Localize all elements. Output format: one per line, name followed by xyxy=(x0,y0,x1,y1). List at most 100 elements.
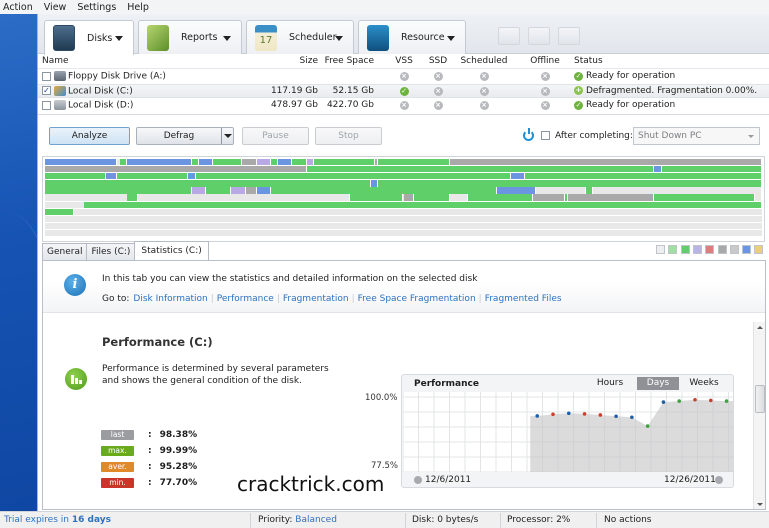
defrag-button[interactable]: Defrag xyxy=(136,127,234,145)
link-performance[interactable]: Performance xyxy=(217,294,274,304)
scrollbar-thumb[interactable] xyxy=(755,385,765,413)
chevron-down-icon[interactable] xyxy=(223,36,231,41)
cluster-block[interactable] xyxy=(138,194,350,201)
cluster-block[interactable] xyxy=(245,187,257,194)
cluster-block[interactable] xyxy=(371,180,379,187)
network-icon[interactable] xyxy=(528,27,550,45)
cluster-block[interactable] xyxy=(292,159,307,166)
data-point[interactable] xyxy=(630,415,634,420)
data-point[interactable] xyxy=(614,414,618,419)
cluster-block[interactable] xyxy=(654,166,662,173)
col-scheduled[interactable]: Scheduled xyxy=(460,56,508,66)
cluster-block[interactable] xyxy=(199,159,214,166)
cluster-block[interactable] xyxy=(654,194,755,201)
cluster-block[interactable] xyxy=(45,159,117,166)
tab-files[interactable]: Files (C:) xyxy=(86,243,136,260)
tab-reports[interactable]: Reports xyxy=(138,20,242,54)
cluster-block[interactable] xyxy=(278,159,293,166)
scroll-down-icon[interactable] xyxy=(757,503,763,506)
cluster-block[interactable] xyxy=(270,187,497,194)
cluster-block[interactable] xyxy=(195,173,512,180)
menu-settings[interactable]: Settings xyxy=(77,2,116,13)
cluster-block[interactable] xyxy=(525,173,762,180)
vertical-scrollbar[interactable] xyxy=(753,322,765,509)
cluster-block[interactable] xyxy=(105,173,117,180)
after-completing-checkbox[interactable] xyxy=(541,131,550,140)
table-row[interactable]: Local Disk (D:) 478.97 Gb 422.70 Gb × × × × ✓ Re… xyxy=(38,98,769,113)
cluster-block[interactable] xyxy=(568,194,655,201)
settings-gear-icon[interactable] xyxy=(558,27,580,45)
data-point[interactable] xyxy=(598,413,603,417)
cluster-block[interactable] xyxy=(378,159,451,166)
cluster-block[interactable] xyxy=(127,194,139,201)
priority-value[interactable]: Balanced xyxy=(295,515,337,525)
cluster-block[interactable] xyxy=(116,173,189,180)
col-vss[interactable]: VSS xyxy=(386,56,422,66)
cluster-block[interactable] xyxy=(450,194,469,201)
data-point[interactable] xyxy=(551,412,555,417)
col-ssd[interactable]: SSD xyxy=(422,56,454,66)
data-point[interactable] xyxy=(645,424,650,428)
cluster-block[interactable] xyxy=(191,159,200,166)
cluster-block[interactable] xyxy=(661,166,762,173)
cluster-block[interactable] xyxy=(593,187,762,194)
cluster-block[interactable] xyxy=(313,159,375,166)
tab-disks[interactable]: Disks xyxy=(44,20,134,55)
chevron-down-icon[interactable] xyxy=(221,128,233,144)
cluster-block[interactable] xyxy=(127,159,192,166)
cluster-block[interactable] xyxy=(754,194,762,201)
tab-scheduler[interactable]: 17 Scheduler xyxy=(246,20,354,54)
after-completing-select[interactable]: Shut Down PC xyxy=(633,127,760,145)
cluster-block[interactable] xyxy=(231,187,246,194)
menu-action[interactable]: Action xyxy=(3,2,33,13)
range-days[interactable]: Days xyxy=(637,377,679,390)
cluster-block[interactable] xyxy=(586,187,594,194)
cluster-block[interactable] xyxy=(120,159,128,166)
range-weeks[interactable]: Weeks xyxy=(684,377,724,390)
cluster-block[interactable] xyxy=(206,187,232,194)
col-offline[interactable]: Offline xyxy=(525,56,565,66)
cluster-block[interactable] xyxy=(450,159,762,166)
cluster-block[interactable] xyxy=(213,159,243,166)
data-point[interactable] xyxy=(566,411,571,416)
cluster-block[interactable] xyxy=(349,194,404,201)
legend-swatch[interactable] xyxy=(742,245,752,254)
stop-button[interactable]: Stop xyxy=(315,127,382,145)
link-fragmented-files[interactable]: Fragmented Files xyxy=(485,294,562,304)
tab-statistics[interactable]: Statistics (C:) xyxy=(134,241,209,260)
data-point[interactable] xyxy=(677,399,682,403)
data-point[interactable] xyxy=(708,398,713,403)
cluster-block[interactable] xyxy=(256,187,271,194)
chevron-down-icon[interactable] xyxy=(335,36,343,41)
cluster-block[interactable] xyxy=(188,173,196,180)
cluster-block[interactable] xyxy=(511,173,526,180)
analyze-button[interactable]: Analyze xyxy=(49,127,130,145)
disk-checkbox[interactable] xyxy=(42,100,51,110)
link-disk-information[interactable]: Disk Information xyxy=(133,294,207,304)
legend-swatch[interactable] xyxy=(692,245,702,254)
chevron-down-icon[interactable] xyxy=(115,36,123,41)
legend-swatch[interactable] xyxy=(668,245,678,254)
scroll-up-icon[interactable] xyxy=(757,326,763,329)
cluster-block[interactable] xyxy=(45,180,372,187)
tab-resource[interactable]: Resource xyxy=(358,20,466,54)
next-period-icon[interactable] xyxy=(715,476,723,484)
table-row[interactable]: Floppy Disk Drive (A:) × × × × ✓ Ready for ope… xyxy=(38,69,769,84)
col-free-space[interactable]: Free Space xyxy=(325,56,374,66)
legend-swatch[interactable] xyxy=(729,245,739,254)
task-list-icon[interactable] xyxy=(498,27,520,45)
cluster-block[interactable] xyxy=(403,194,415,201)
cluster-block[interactable] xyxy=(270,159,278,166)
cluster-block[interactable] xyxy=(532,194,565,201)
disk-checkbox[interactable] xyxy=(42,71,51,81)
cluster-block[interactable] xyxy=(468,194,533,201)
col-name[interactable]: Name xyxy=(42,56,69,66)
menu-view[interactable]: View xyxy=(44,2,67,13)
prev-period-icon[interactable] xyxy=(414,476,422,484)
cluster-block[interactable] xyxy=(242,159,257,166)
data-point[interactable] xyxy=(724,399,729,403)
data-point[interactable] xyxy=(535,414,540,418)
cluster-block[interactable] xyxy=(256,159,271,166)
cluster-block[interactable] xyxy=(306,166,655,173)
data-point[interactable] xyxy=(693,397,697,402)
